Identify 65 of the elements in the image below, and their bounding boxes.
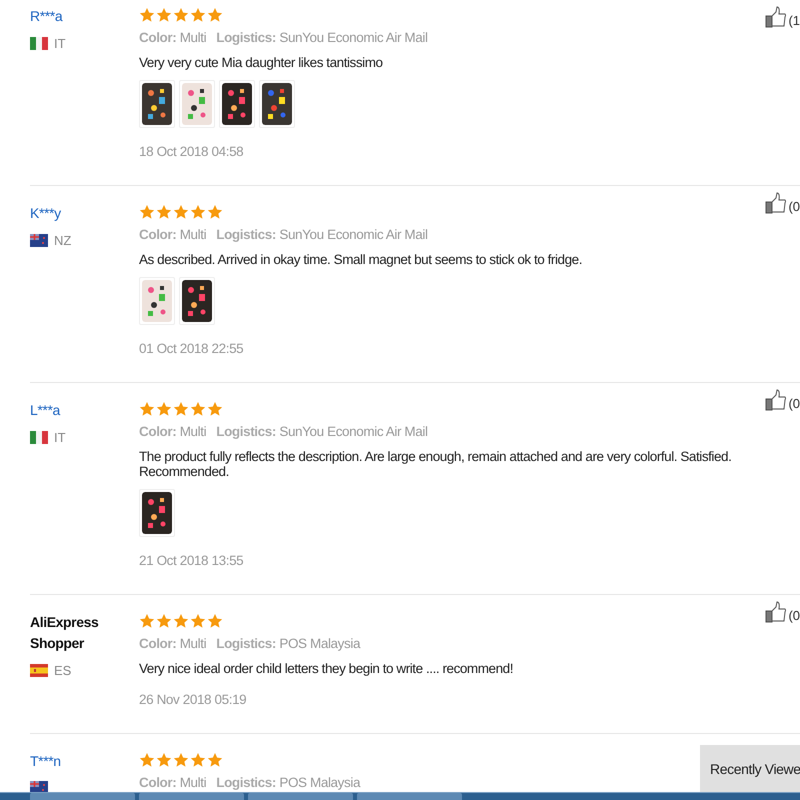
reviewer-name[interactable]: L***a <box>30 400 120 421</box>
star-icon <box>139 6 155 22</box>
flag-icon <box>30 234 48 247</box>
flag-icon <box>30 37 48 50</box>
country-code: NZ <box>54 233 72 248</box>
like-count[interactable]: (0 <box>788 608 800 623</box>
review-text: The product fully reflects the description. Are large enough, remain attached and are very colorful. Satisfied. Recommended. <box>139 449 732 479</box>
star-icon <box>190 204 206 220</box>
star-icon <box>207 6 223 22</box>
star-icon <box>156 400 172 416</box>
star-icon <box>139 400 155 416</box>
color-info: Color: Multi <box>139 30 206 45</box>
thumbs-up-icon[interactable] <box>765 192 788 214</box>
star-icon <box>173 204 189 220</box>
review-date: 18 Oct 2018 04:58 <box>139 144 244 159</box>
review-date: 26 Nov 2018 05:19 <box>139 692 248 707</box>
review-text: As described. Arrived in okay time. Small magnet but seems to stick ok to fridge. <box>139 252 584 267</box>
star-icon <box>156 752 172 768</box>
star-icon <box>173 612 189 628</box>
star-icon <box>173 752 189 768</box>
review-date: 01 Oct 2018 22:55 <box>139 341 244 356</box>
review-date: 21 Oct 2018 13:55 <box>139 553 244 568</box>
thumbs-up-icon[interactable] <box>765 389 788 411</box>
star-icon <box>156 6 172 22</box>
logistics-info: Logistics: POS Malaysia <box>216 636 360 651</box>
country-code: IT <box>54 430 66 445</box>
star-icon <box>190 6 206 22</box>
like-count[interactable]: (0 <box>788 199 800 214</box>
star-icon <box>207 612 223 628</box>
thumbs-up-icon[interactable] <box>765 6 788 28</box>
logistics-info: Logistics: SunYou Economic Air Mail <box>216 424 428 439</box>
color-info: Color: Multi <box>139 424 206 439</box>
review-text: Very very cute Mia daughter likes tantissimo <box>139 55 384 70</box>
color-info: Color: Multi <box>139 636 206 651</box>
color-info: Color: Multi <box>139 227 206 242</box>
star-icon <box>173 400 189 416</box>
reviewer-name: AliExpress Shopper <box>30 613 100 653</box>
country-code: IT <box>54 36 66 51</box>
star-icon <box>139 612 155 628</box>
review-text: Very nice ideal order child letters they begin to write .... recommend! <box>139 661 514 676</box>
star-icon <box>207 204 223 220</box>
star-icon <box>190 612 206 628</box>
flag-icon <box>30 664 48 677</box>
country-code: ES <box>54 663 72 678</box>
thumbs-up-icon[interactable] <box>765 601 788 623</box>
star-icon <box>190 400 206 416</box>
reviewer-name[interactable]: K***y <box>30 203 120 224</box>
star-icon <box>207 752 223 768</box>
reviewer-name[interactable]: R***a <box>30 6 120 27</box>
logistics-info: Logistics: SunYou Economic Air Mail <box>216 30 428 45</box>
star-icon <box>139 752 155 768</box>
like-count[interactable]: (1 <box>788 13 800 28</box>
star-icon <box>190 752 206 768</box>
star-icon <box>156 612 172 628</box>
color-info: Color: Multi <box>139 775 206 790</box>
flag-icon <box>30 431 48 444</box>
logistics-info: Logistics: SunYou Economic Air Mail <box>216 227 428 242</box>
star-icon <box>139 204 155 220</box>
reviewer-name[interactable]: T***n <box>30 751 120 772</box>
recently-viewed-button[interactable]: Recently Viewe <box>700 745 800 793</box>
star-icon <box>207 400 223 416</box>
like-count[interactable]: (0 <box>788 396 800 411</box>
star-icon <box>173 6 189 22</box>
star-icon <box>156 204 172 220</box>
logistics-info: Logistics: POS Malaysia <box>216 775 360 790</box>
